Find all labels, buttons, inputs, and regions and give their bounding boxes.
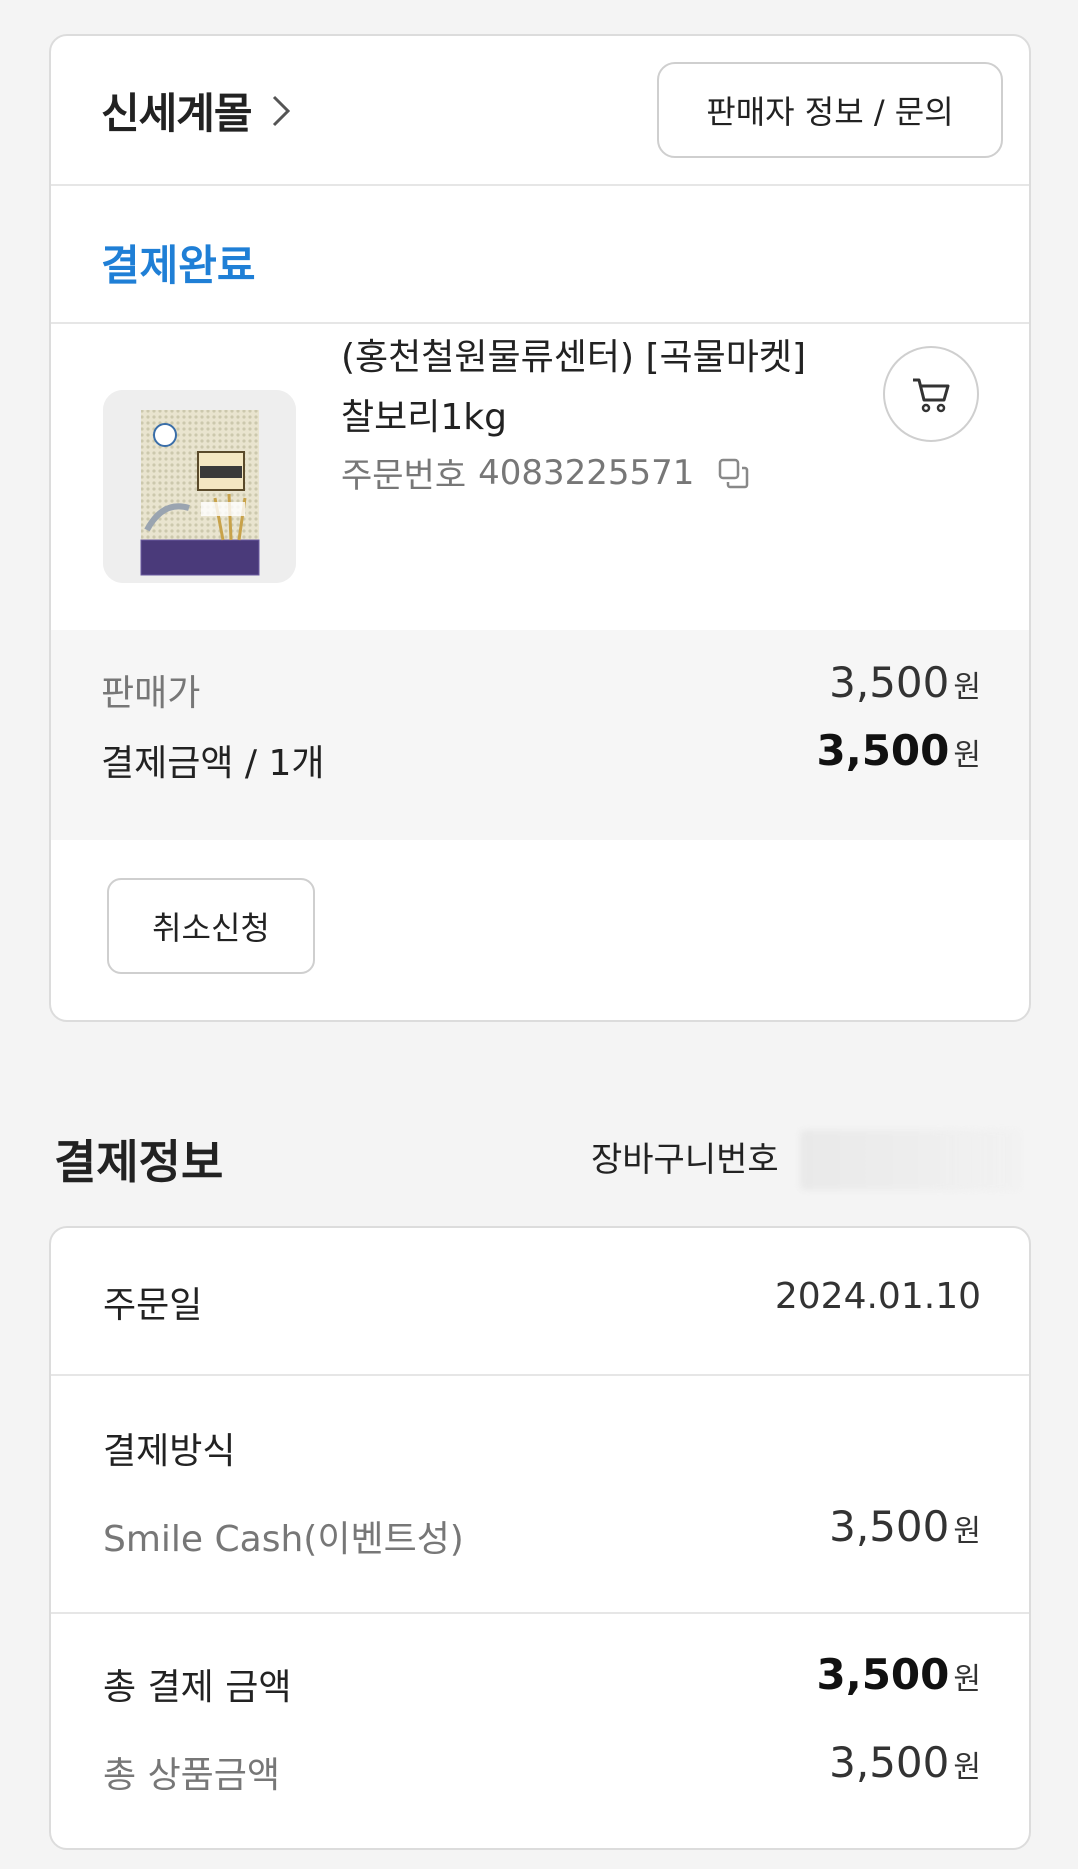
grain-bag-image [103, 390, 296, 583]
order-date-value: 2024.01.10 [774, 1276, 981, 1317]
total-payment: 3,500 원 [817, 1650, 981, 1699]
payment-amount-value: 3,500 [816, 726, 950, 775]
payment-method-name: Smile Cash(이벤트성) [103, 1519, 464, 1560]
payment-method-amount-value: 3,500 [829, 1502, 950, 1551]
divider [51, 1612, 1029, 1614]
order-number-value: 4083225571 [478, 452, 695, 493]
cart-icon [913, 378, 950, 413]
sale-price-label: 판매가 [101, 673, 201, 714]
chevron-right-icon [272, 95, 290, 126]
total-payment-value: 3,500 [816, 1650, 950, 1699]
currency-unit: 원 [953, 1662, 981, 1697]
total-product-label: 총 상품금액 [103, 1755, 281, 1796]
total-product-value: 3,500 [829, 1738, 950, 1787]
payment-amount: 3,500 원 [817, 726, 981, 775]
seller-info-button[interactable]: 판매자 정보 / 문의 [657, 62, 1003, 158]
price-summary: 판매가 3,500 원 결제금액 / 1개 3,500 원 [51, 630, 1029, 840]
currency-unit: 원 [953, 1750, 981, 1785]
add-to-cart-button[interactable] [883, 346, 979, 442]
basket-number-label: 장바구니번호 [591, 1140, 779, 1180]
total-payment-label: 총 결제 금액 [103, 1667, 292, 1708]
payment-method-label: 결제방식 [103, 1431, 236, 1472]
basket-number-redacted [800, 1130, 1020, 1190]
payment-info-card: 주문일 2024.01.10 결제방식 Smile Cash(이벤트성) 3,5… [49, 1226, 1031, 1850]
copy-icon[interactable] [716, 456, 750, 490]
divider [51, 184, 1029, 186]
sale-price-value: 3,500 [829, 658, 950, 707]
store-link[interactable]: 신세계몰 [101, 80, 296, 141]
order-card: 신세계몰 판매자 정보 / 문의 결제완료 (홍천철원물류센터) [곡물마켓] … [49, 34, 1031, 1022]
currency-unit: 원 [953, 670, 981, 705]
sale-price: 3,500 원 [829, 658, 981, 707]
store-name: 신세계몰 [101, 89, 253, 138]
divider [51, 322, 1029, 324]
product-thumbnail[interactable] [103, 390, 296, 583]
order-date-label: 주문일 [103, 1285, 203, 1326]
payment-amount-label: 결제금액 / 1개 [101, 743, 325, 784]
order-number: 주문번호 4083225571 [341, 448, 750, 497]
payment-info-title: 결제정보 [54, 1135, 224, 1189]
product-title[interactable]: (홍천철원물류센터) [곡물마켓] 찰보리1kg [341, 328, 811, 448]
currency-unit: 원 [953, 738, 981, 773]
order-number-label: 주문번호 [341, 456, 467, 496]
cancel-request-button[interactable]: 취소신청 [107, 878, 315, 974]
payment-method-amount: 3,500 원 [829, 1502, 981, 1551]
currency-unit: 원 [953, 1514, 981, 1549]
total-product: 3,500 원 [829, 1738, 981, 1787]
order-status: 결제완료 [101, 241, 256, 290]
divider [51, 1374, 1029, 1376]
